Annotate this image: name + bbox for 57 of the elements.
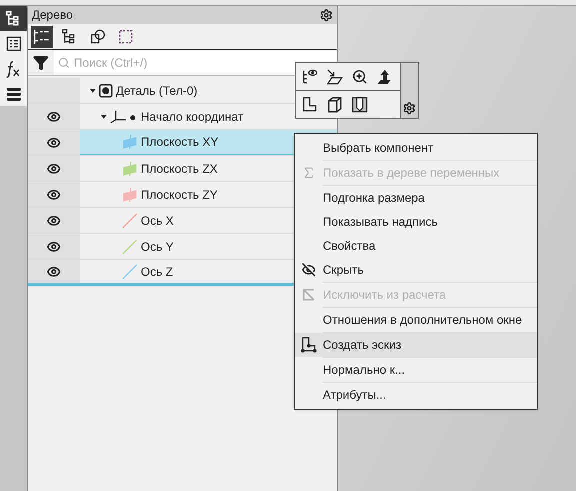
function-icon [6,60,22,78]
panel-title: Дерево [32,7,74,24]
parts-icon [90,28,106,44]
part-icon [99,84,113,98]
layers-icon [6,86,22,102]
tree-label: Плоскость ZY [141,186,218,204]
coordinate-axes-icon [110,110,138,124]
numbered-tree-icon [33,28,51,44]
rail-tab[interactable] [0,6,27,31]
menu-item-label: Создать эскиз [323,337,402,354]
search-field[interactable]: Поиск (Ctrl+/) [54,50,337,75]
plane-arrow-icon[interactable] [327,68,343,84]
hide-icon [302,263,316,277]
tree-eye-icon[interactable] [302,68,318,84]
tree-label: Ось Z [141,264,174,280]
hole-icon[interactable] [352,96,368,112]
tree-icon [6,10,22,26]
tree-label: Начало координат [141,108,244,126]
filter-icon[interactable] [33,55,49,71]
tree-label: Плоскость ZX [141,160,218,178]
eye-icon[interactable] [47,188,61,202]
menu-item-label: Атрибуты... [323,387,386,404]
tree-label: Ось X [141,212,174,230]
menu-item-label: Отношения в дополнительном окне [323,312,522,329]
eye-icon[interactable] [47,214,61,228]
expand-arrow-icon[interactable] [101,114,107,120]
tree-label: Ось Y [141,238,174,256]
tree-label: Плоскость XY [141,134,219,151]
menu-item-label: Нормально к... [323,362,406,379]
dashed-frame-icon [118,28,134,44]
function-icon [302,166,316,180]
eye-icon[interactable] [47,240,61,254]
eye-icon[interactable] [47,264,61,278]
menu-item[interactable]: Нормально к... [295,358,537,382]
menu-item[interactable]: Отношения в дополнительном окне [295,308,537,332]
menu-item-label: Исключить из расчета [323,287,446,304]
expand-arrow-icon[interactable] [90,88,96,94]
menu-item[interactable]: Создать эскиз [295,333,537,357]
sketch-icon[interactable] [302,96,318,112]
eye-icon[interactable] [47,136,61,150]
search-icon [58,56,70,68]
eye-icon[interactable] [47,162,61,176]
toolbar-button[interactable] [31,26,53,48]
checklist-icon [6,36,22,52]
rail-tab[interactable] [0,81,27,106]
menu-item[interactable]: Атрибуты... [295,383,537,407]
sketch-icon [301,337,317,353]
search-input[interactable]: Поиск (Ctrl+/) [74,54,333,72]
tree-label: Деталь (Тел-0) [116,82,198,100]
zoom-icon[interactable] [352,68,368,84]
extrude-icon[interactable] [377,68,393,84]
settings-icon[interactable] [320,8,333,22]
eye-icon[interactable] [47,110,61,124]
exclude-icon [302,288,316,302]
rail-tab[interactable] [0,31,27,56]
settings-icon[interactable] [403,102,416,115]
solid-icon[interactable] [327,96,343,112]
